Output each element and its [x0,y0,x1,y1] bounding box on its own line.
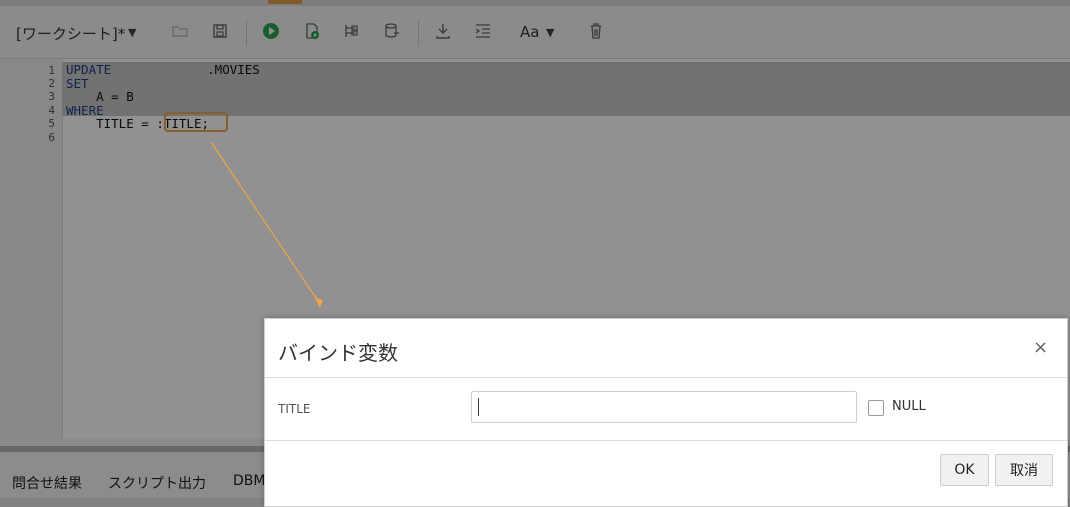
text-cursor [478,398,479,416]
dialog-header: バインド変数 × [265,319,1067,378]
bind-variable-label: TITLE [278,402,311,416]
ok-button[interactable]: OK [940,454,989,486]
bind-variables-dialog: バインド変数 × TITLE NULL OK 取消 [264,318,1068,507]
close-icon[interactable]: × [1033,337,1048,358]
dialog-footer: OK 取消 [265,441,1067,506]
null-label: NULL [892,399,926,414]
dialog-body: TITLE NULL [265,378,1067,441]
cancel-button[interactable]: 取消 [995,454,1053,486]
dialog-title: バインド変数 [278,341,398,365]
null-checkbox[interactable] [868,400,884,416]
bind-value-input[interactable] [471,391,857,423]
